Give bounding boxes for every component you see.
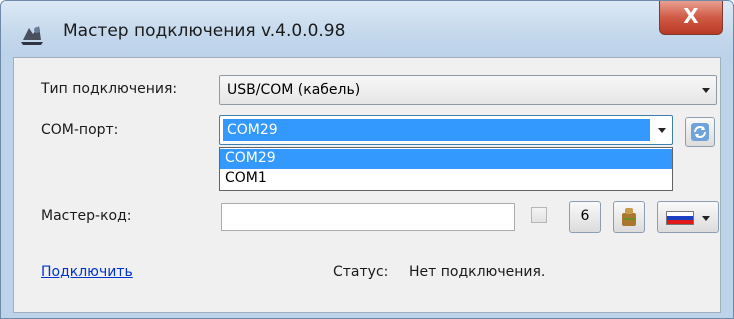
connection-type-select[interactable]: USB/COM (кабель) — [219, 75, 717, 105]
com-port-value: COM29 — [227, 122, 278, 138]
six-button-label: 6 — [580, 208, 590, 224]
close-button[interactable]: X — [659, 1, 723, 35]
connect-link[interactable]: Подключить — [41, 264, 133, 280]
master-code-label: Мастер-код: — [41, 208, 132, 224]
connection-type-value: USB/COM (кабель) — [227, 82, 361, 98]
chevron-down-icon — [658, 128, 666, 133]
status-label: Статус: — [333, 264, 389, 280]
chevron-down-icon — [702, 216, 710, 221]
connection-wizard-window: Мастер подключения v.4.0.0.98 X Тип подк… — [0, 0, 734, 319]
com-port-label: COM-порт: — [41, 122, 119, 138]
app-icon — [21, 26, 43, 45]
bag-button[interactable] — [613, 201, 645, 233]
chevron-down-icon — [702, 88, 710, 93]
master-code-input[interactable] — [221, 203, 515, 231]
language-select[interactable] — [657, 201, 719, 233]
com-port-dropdown-list: COM29 COM1 — [219, 147, 673, 191]
com-port-select[interactable]: COM29 — [219, 115, 673, 145]
russian-flag-icon — [666, 211, 694, 225]
refresh-ports-button[interactable] — [685, 117, 715, 147]
com-port-option[interactable]: COM1 — [220, 169, 672, 189]
title-bar: Мастер подключения v.4.0.0.98 X — [1, 1, 733, 57]
six-button[interactable]: 6 — [569, 201, 601, 233]
master-code-checkbox[interactable] — [531, 207, 547, 223]
connection-type-label: Тип подключения: — [41, 81, 178, 97]
close-icon: X — [683, 4, 699, 28]
bag-icon — [622, 208, 636, 226]
status-value: Нет подключения. — [409, 264, 546, 280]
com-port-option[interactable]: COM29 — [220, 149, 672, 169]
window-title: Мастер подключения v.4.0.0.98 — [63, 21, 346, 41]
refresh-icon — [691, 123, 709, 141]
